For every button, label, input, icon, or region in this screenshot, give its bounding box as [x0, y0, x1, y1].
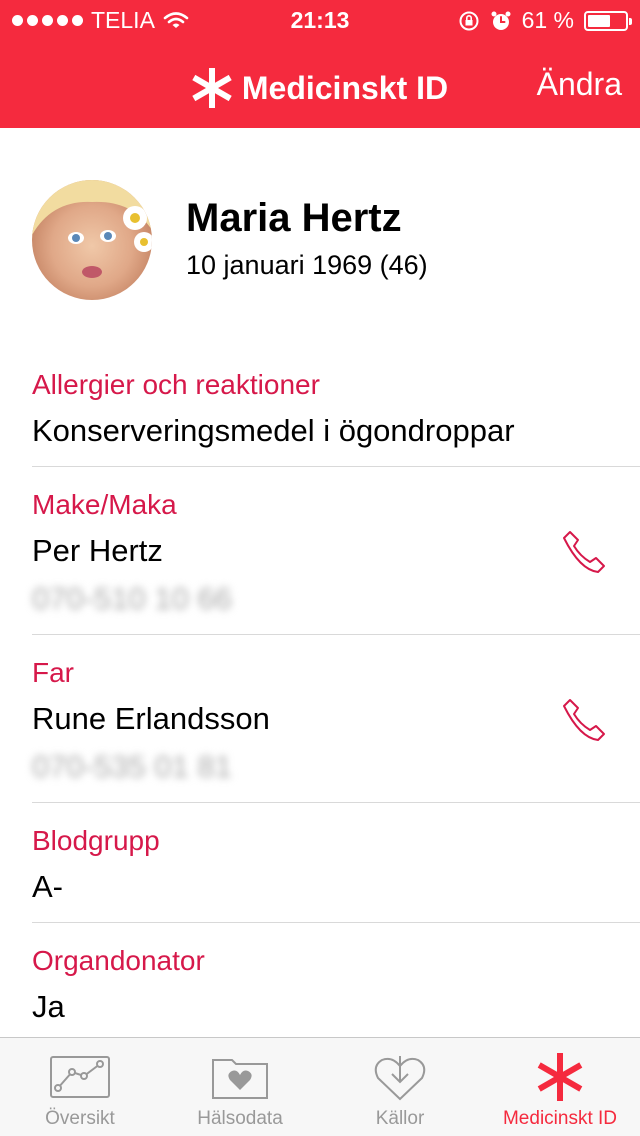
chart-icon	[50, 1056, 110, 1098]
status-bar: TELIA 21:13 61 %	[0, 0, 640, 40]
father-label: Far	[32, 657, 74, 688]
rotation-lock-icon	[459, 11, 479, 30]
divider	[32, 922, 640, 923]
blood-type-label: Blodgrupp	[32, 825, 160, 856]
tab-label: Medicinskt ID	[502, 1108, 618, 1129]
spouse-phone: 070-510 10 66	[32, 581, 232, 616]
tab-label: Källor	[375, 1108, 425, 1129]
tab-sources[interactable]: Källor	[320, 1038, 480, 1136]
father-name: Rune Erlandsson	[32, 701, 270, 736]
tab-label: Hälsodata	[197, 1108, 283, 1129]
allergies-label: Allergier och reaktioner	[32, 369, 320, 400]
alarm-icon	[491, 11, 511, 30]
blood-type-value: A-	[32, 869, 63, 904]
spouse-name: Per Hertz	[32, 533, 163, 568]
tab-overview[interactable]: Översikt	[0, 1038, 160, 1136]
organ-donor-field: Organdonator Ja	[32, 945, 640, 1025]
battery-fill	[588, 14, 610, 27]
status-right: 61 %	[458, 7, 632, 34]
tab-label: Översikt	[45, 1108, 115, 1129]
profile-header: Maria Hertz 10 januari 1969 (46)	[32, 180, 632, 300]
asterisk-icon	[537, 1053, 583, 1101]
phone-icon[interactable]	[560, 528, 608, 576]
tab-medical-id[interactable]: Medicinskt ID	[480, 1038, 640, 1136]
profile-name: Maria Hertz	[186, 196, 402, 240]
tab-health-data[interactable]: Hälsodata	[160, 1038, 320, 1136]
page-title: Medicinskt ID	[241, 69, 449, 106]
header: TELIA 21:13 61 % Medicinskt ID Ändra	[0, 0, 640, 128]
allergies-value: Konserveringsmedel i ögondroppar	[32, 413, 515, 448]
spouse-label: Make/Maka	[32, 489, 177, 520]
divider	[32, 466, 640, 467]
divider	[32, 634, 640, 635]
download-heart-icon	[374, 1056, 426, 1101]
father-phone: 070-535 01 81	[32, 749, 232, 784]
asterisk-icon	[192, 68, 232, 108]
battery-icon	[584, 10, 632, 31]
phone-icon[interactable]	[560, 696, 608, 744]
allergies-field: Allergier och reaktioner Konserveringsme…	[32, 369, 640, 449]
battery-percentage: 61 %	[521, 7, 574, 33]
blood-type-field: Blodgrupp A-	[32, 825, 640, 905]
divider	[32, 802, 640, 803]
avatar	[32, 180, 152, 300]
tab-bar: Översikt Hälsodata Källor Medicinskt ID	[0, 1037, 640, 1136]
profile-birthdate: 10 januari 1969 (46)	[186, 250, 428, 280]
folder-heart-icon	[212, 1059, 268, 1099]
spouse-contact: Make/Maka Per Hertz 070-510 10 66	[32, 489, 640, 617]
organ-donor-value: Ja	[32, 989, 65, 1024]
edit-button[interactable]: Ändra	[537, 66, 622, 103]
organ-donor-label: Organdonator	[32, 945, 205, 976]
father-contact: Far Rune Erlandsson 070-535 01 81	[32, 657, 640, 785]
